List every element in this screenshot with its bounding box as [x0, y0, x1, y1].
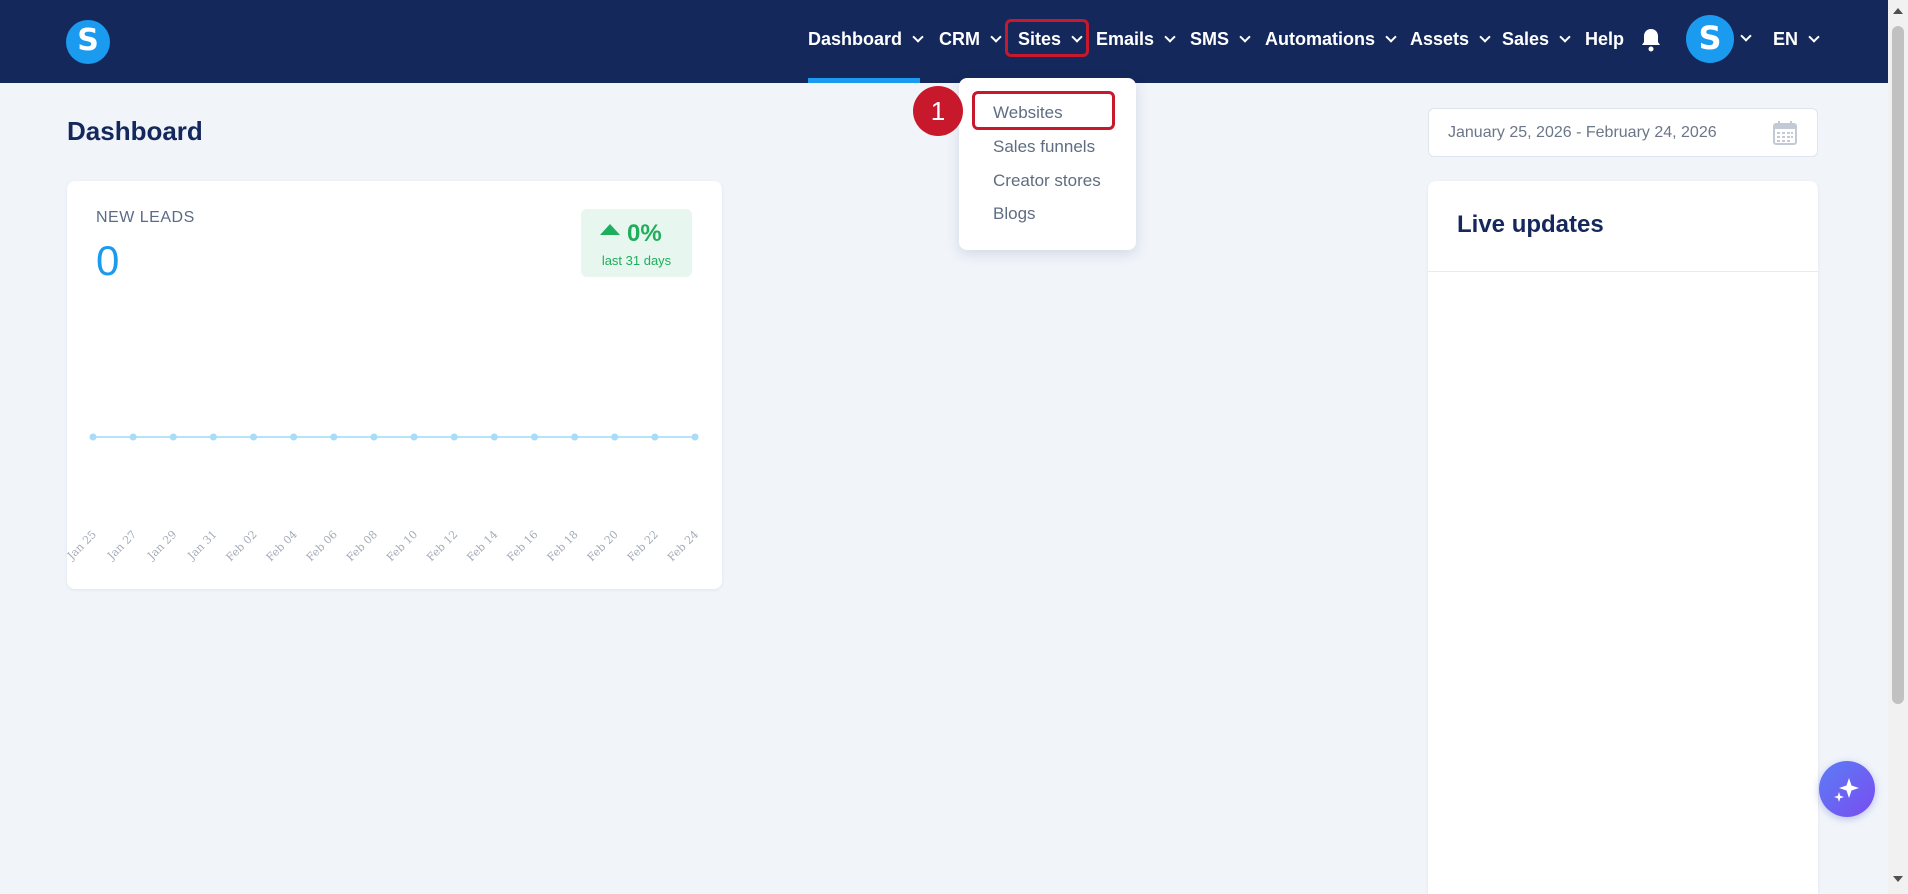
data-point [410, 433, 418, 441]
x-tick-label: Feb 02 [224, 528, 260, 564]
data-point [571, 433, 579, 441]
x-tick-label: Feb 22 [625, 528, 661, 564]
data-point [209, 433, 217, 441]
chevron-down-icon [912, 30, 924, 43]
calendar-icon [1773, 121, 1797, 145]
x-tick-label: Feb 10 [384, 528, 420, 564]
nav-sales[interactable]: Sales [1502, 0, 1571, 78]
chevron-down-icon [990, 30, 1002, 43]
scroll-down-arrow-icon[interactable] [1893, 876, 1903, 882]
x-tick-label: Jan 27 [104, 528, 139, 563]
scroll-up-arrow-icon[interactable] [1893, 8, 1903, 14]
nav-sales-label: Sales [1502, 28, 1550, 49]
chevron-down-icon [1385, 30, 1397, 43]
x-tick-label: Feb 04 [264, 528, 300, 564]
language-label: EN [1773, 28, 1799, 49]
data-point [129, 433, 137, 441]
page-scrollbar[interactable] [1888, 0, 1908, 894]
data-point [250, 433, 258, 441]
trend-up-icon [600, 224, 620, 235]
data-point [290, 433, 298, 441]
nav-emails[interactable]: Emails [1096, 0, 1176, 78]
sparkle-icon [1834, 778, 1859, 802]
chevron-down-icon [1239, 30, 1251, 43]
data-point [651, 433, 659, 441]
sites-highlight-box [1005, 19, 1089, 57]
chevron-down-icon [1559, 30, 1571, 43]
data-point [89, 433, 97, 441]
nav-sms-label: SMS [1190, 28, 1230, 49]
x-tick-label: Feb 06 [304, 528, 340, 564]
data-point [691, 433, 699, 441]
x-tick-label: Feb 16 [504, 528, 540, 564]
x-tick-label: Jan 29 [144, 528, 179, 563]
chevron-down-icon [1808, 30, 1820, 43]
divider [1428, 271, 1818, 272]
data-point [169, 433, 177, 441]
change-period: last 31 days [601, 253, 672, 268]
user-avatar[interactable]: S [1686, 15, 1734, 63]
nav-crm[interactable]: CRM [939, 0, 1002, 78]
websites-highlight-box [972, 91, 1115, 130]
menu-item-creator-stores[interactable]: Creator stores [993, 171, 1101, 191]
nav-help-label: Help [1585, 28, 1625, 49]
x-tick-label: Jan 31 [184, 528, 219, 563]
nav-help[interactable]: Help [1585, 0, 1624, 78]
x-tick-label: Feb 24 [665, 528, 701, 564]
nav-dashboard-label: Dashboard [808, 28, 903, 49]
data-point [490, 433, 498, 441]
data-point [611, 433, 619, 441]
change-percent: 0% [627, 220, 662, 247]
top-navbar: S Dashboard CRM Sites Emails SMS Automat… [0, 0, 1888, 83]
x-tick-label: Feb 18 [545, 528, 581, 564]
step-number-badge: 1 [913, 86, 963, 136]
change-badge: 0% last 31 days [581, 209, 692, 277]
live-updates-title: Live updates [1457, 211, 1604, 238]
language-selector[interactable]: EN [1773, 0, 1820, 78]
x-tick-label: Jan 25 [67, 528, 99, 563]
x-tick-label: Feb 08 [344, 528, 380, 564]
data-point [330, 433, 338, 441]
nav-dashboard[interactable]: Dashboard [808, 0, 924, 78]
chevron-down-icon [1164, 30, 1176, 43]
menu-item-sales-funnels[interactable]: Sales funnels [993, 137, 1095, 157]
nav-emails-label: Emails [1096, 28, 1155, 49]
data-point [450, 433, 458, 441]
x-tick-label: Feb 14 [464, 528, 500, 564]
chevron-down-icon[interactable] [1740, 30, 1752, 42]
new-leads-value: 0 [96, 237, 120, 284]
live-updates-panel: Live updates [1428, 181, 1818, 894]
new-leads-card: Jan 25 Jan 27 Jan 29 Jan 31 Feb 02 Feb 04 Feb … [67, 181, 722, 589]
bell-icon[interactable] [1640, 28, 1662, 52]
nav-crm-label: CRM [939, 28, 980, 49]
nav-assets[interactable]: Assets [1410, 0, 1491, 78]
nav-assets-label: Assets [1410, 28, 1470, 49]
nav-automations-label: Automations [1265, 28, 1375, 49]
chevron-down-icon [1479, 30, 1491, 43]
date-range-picker[interactable]: January 25, 2026 - February 24, 2026 [1428, 108, 1818, 157]
nav-sms[interactable]: SMS [1190, 0, 1251, 78]
data-point [370, 433, 378, 441]
page-title: Dashboard [67, 116, 203, 146]
date-range-value: January 25, 2026 - February 24, 2026 [1448, 124, 1717, 141]
x-tick-label: Feb 12 [424, 528, 460, 564]
nav-automations[interactable]: Automations [1265, 0, 1397, 78]
app-logo[interactable]: S [66, 20, 110, 64]
new-leads-label: NEW LEADS [96, 209, 195, 226]
menu-item-blogs[interactable]: Blogs [993, 204, 1036, 224]
scrollbar-thumb[interactable] [1892, 26, 1904, 704]
ai-assistant-button[interactable] [1819, 761, 1875, 817]
x-tick-label: Feb 20 [585, 528, 621, 564]
data-point [530, 433, 538, 441]
active-nav-indicator [808, 78, 920, 83]
